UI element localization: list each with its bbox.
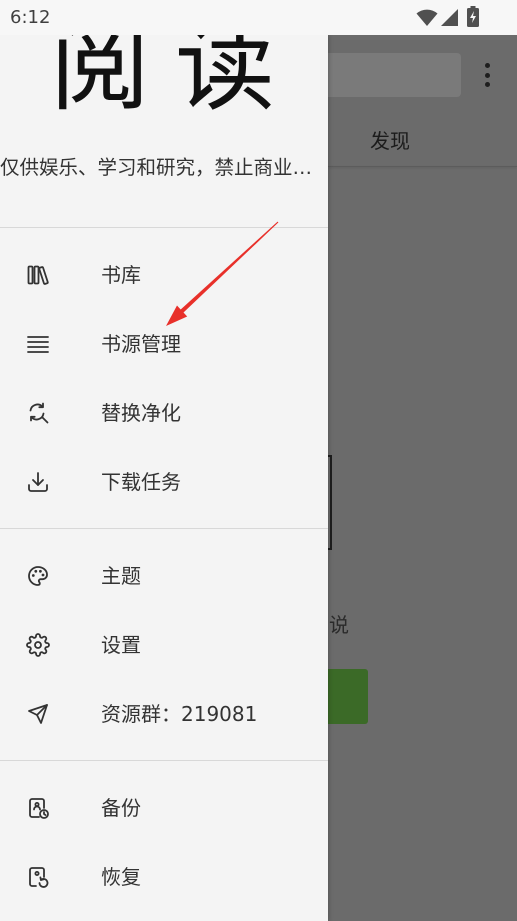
signal-icon xyxy=(441,9,458,26)
drawer-item-label: 备份 xyxy=(101,795,141,820)
drawer-item-book-sources[interactable]: 书源管理 xyxy=(0,309,328,378)
empty-state-frame xyxy=(328,455,332,550)
drawer-item-replace-rules[interactable]: 替换净化 xyxy=(0,378,328,447)
list-icon xyxy=(25,331,51,357)
drawer-item-label: 下载任务 xyxy=(101,469,181,494)
background-action-button xyxy=(328,669,368,724)
menu-dot xyxy=(484,63,490,68)
drawer-group-backup: 备份 恢复 xyxy=(0,761,328,921)
search-bar xyxy=(328,53,461,97)
drawer-header: 阅读 仅供娱乐、学习和研究，禁止商业… xyxy=(0,35,328,227)
tab-discover: 发现 xyxy=(370,129,410,153)
backup-icon xyxy=(25,795,51,821)
gear-icon xyxy=(25,632,51,658)
app-disclaimer: 仅供娱乐、学习和研究，禁止商业… xyxy=(0,156,313,179)
download-icon xyxy=(25,469,51,495)
navigation-drawer: 阅读 仅供娱乐、学习和研究，禁止商业… 书库 书源管理 替换净化 下载任务 主题… xyxy=(0,35,328,921)
send-icon xyxy=(25,701,51,727)
drawer-item-resource-group[interactable]: 资源群：219081 xyxy=(0,679,328,748)
find-replace-icon xyxy=(25,400,51,426)
drawer-item-label: 替换净化 xyxy=(101,400,181,425)
wifi-icon xyxy=(416,9,438,26)
restore-icon xyxy=(25,864,51,890)
more-vert-icon xyxy=(484,63,490,87)
drawer-group-settings: 主题 设置 资源群：219081 xyxy=(0,529,328,760)
partial-empty-text: 说 xyxy=(329,613,349,637)
drawer-item-label: 书库 xyxy=(101,262,141,287)
drawer-item-restore[interactable]: 恢复 xyxy=(0,842,328,911)
drawer-item-label: 资源群：219081 xyxy=(101,701,258,726)
bookshelf-icon xyxy=(25,262,51,288)
menu-dot xyxy=(484,82,490,87)
drawer-item-label: 书源管理 xyxy=(101,331,181,356)
status-time: 6:12 xyxy=(10,7,51,28)
status-bar: 6:12 xyxy=(0,0,517,35)
drawer-item-theme[interactable]: 主题 xyxy=(0,541,328,610)
menu-dot xyxy=(484,72,490,78)
drawer-item-backup[interactable]: 备份 xyxy=(0,773,328,842)
app-logo-title: 阅读 xyxy=(50,35,300,125)
drawer-item-library[interactable]: 书库 xyxy=(0,240,328,309)
drawer-item-label: 设置 xyxy=(101,632,141,657)
drawer-scrim[interactable]: 发现 说 xyxy=(328,35,517,921)
drawer-item-label: 主题 xyxy=(101,563,141,588)
drawer-item-label: 恢复 xyxy=(101,864,141,889)
palette-icon xyxy=(25,563,51,589)
drawer-item-settings[interactable]: 设置 xyxy=(0,610,328,679)
drawer-group-main: 书库 书源管理 替换净化 下载任务 xyxy=(0,228,328,528)
tab-divider xyxy=(328,166,517,167)
battery-charging-icon xyxy=(467,6,479,27)
drawer-item-downloads[interactable]: 下载任务 xyxy=(0,447,328,516)
